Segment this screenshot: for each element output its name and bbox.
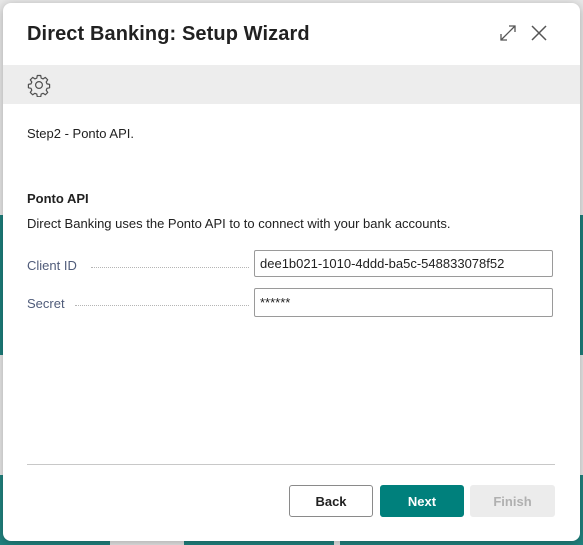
dialog-header: Direct Banking: Setup Wizard: [3, 3, 580, 65]
setup-wizard-dialog: Direct Banking: Setup Wizard Step2 - Pon…: [3, 3, 580, 541]
next-button[interactable]: Next: [380, 485, 464, 517]
step-indicator: Step2 - Ponto API.: [27, 126, 134, 141]
secret-field[interactable]: [254, 288, 553, 317]
close-icon[interactable]: [528, 22, 550, 44]
secret-label: Secret: [27, 296, 65, 311]
field-leader-dots: [75, 305, 249, 306]
client-id-label: Client ID: [27, 258, 77, 273]
dialog-title: Direct Banking: Setup Wizard: [27, 23, 310, 45]
expand-icon[interactable]: [497, 22, 519, 44]
field-leader-dots: [91, 267, 249, 268]
action-bar: [3, 65, 580, 104]
back-button[interactable]: Back: [289, 485, 373, 517]
client-id-field[interactable]: [254, 250, 553, 277]
footer-divider: [27, 464, 555, 465]
section-title: Ponto API: [27, 191, 89, 206]
section-description: Direct Banking uses the Ponto API to to …: [27, 216, 451, 231]
finish-button[interactable]: Finish: [470, 485, 555, 517]
gear-icon[interactable]: [27, 73, 51, 98]
